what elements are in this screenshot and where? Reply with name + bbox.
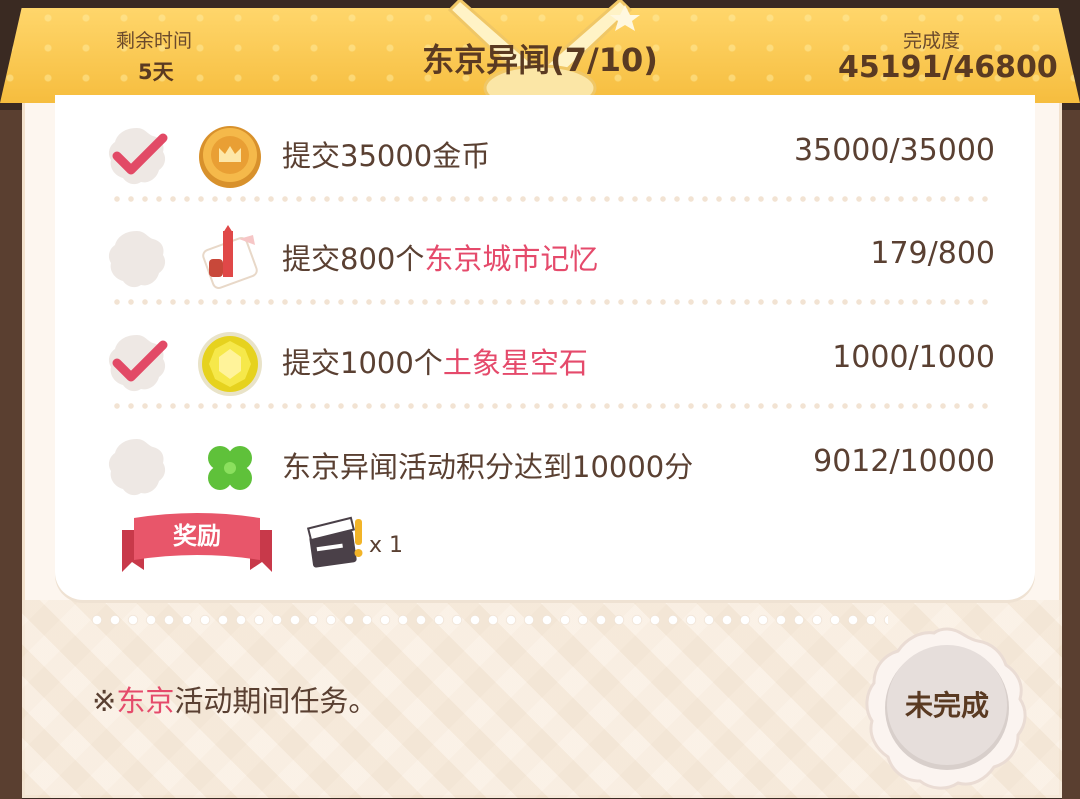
reward-label: 奖励 [173, 522, 221, 550]
footnote-highlight: 东京 [116, 684, 175, 718]
task-description: 东京异闻活动积分达到10000分 [282, 444, 693, 486]
incomplete-check-icon [108, 439, 166, 496]
dotted-divider [88, 614, 888, 626]
event-footnote: ※东京活动期间任务。 [92, 678, 377, 720]
reward-count: x 1 [369, 533, 404, 558]
task-progress: 1000/1000 [832, 340, 995, 375]
completed-check-icon [108, 335, 168, 392]
completion-label: 完成度 [903, 30, 961, 52]
episode-clapperboard-icon[interactable] [307, 515, 369, 573]
row-divider [110, 403, 990, 409]
completed-check-icon [108, 128, 168, 185]
task-text-main: 提交1000个 [282, 346, 443, 380]
background-left-edge [0, 110, 22, 799]
task-progress: 9012/10000 [813, 444, 995, 479]
row-divider [110, 196, 990, 202]
incomplete-check-icon [108, 231, 166, 288]
task-row: 东京异闻活动积分达到10000分 9012/10000 [55, 411, 1035, 511]
task-description: 提交1000个土象星空石 [282, 340, 588, 382]
task-progress: 179/800 [870, 236, 995, 271]
task-row: 提交800个东京城市记忆 179/800 [55, 203, 1035, 303]
earth-star-stone-icon [198, 332, 262, 396]
task-progress: 35000/35000 [794, 133, 995, 168]
background-right-edge [1062, 110, 1080, 799]
task-text-highlight: 东京城市记忆 [424, 242, 599, 276]
task-text-highlight: 土象星空石 [442, 346, 588, 380]
gold-coin-icon [199, 126, 261, 188]
task-description: 提交35000金币 [282, 133, 490, 175]
task-text-main: 提交800个 [282, 242, 425, 276]
status-button-label: 未完成 [904, 689, 989, 722]
footnote-mark: ※ [92, 684, 117, 718]
task-row: 提交1000个土象星空石 1000/1000 [55, 307, 1035, 407]
task-text-main: 东京异闻活动积分达到10000分 [282, 450, 694, 484]
completion-value: 45191/46800 [838, 50, 1058, 85]
tokyo-memory-icon [202, 225, 258, 289]
footnote-text: 活动期间任务。 [174, 684, 378, 718]
row-divider [110, 299, 990, 305]
task-list-card: 提交35000金币 35000/35000 提交800个东京城市记忆 179/8… [55, 95, 1035, 600]
task-row: 提交35000金币 35000/35000 [55, 100, 1035, 200]
clover-icon [198, 436, 262, 500]
task-text-main: 提交35000金币 [282, 139, 491, 173]
task-description: 提交800个东京城市记忆 [282, 236, 598, 278]
